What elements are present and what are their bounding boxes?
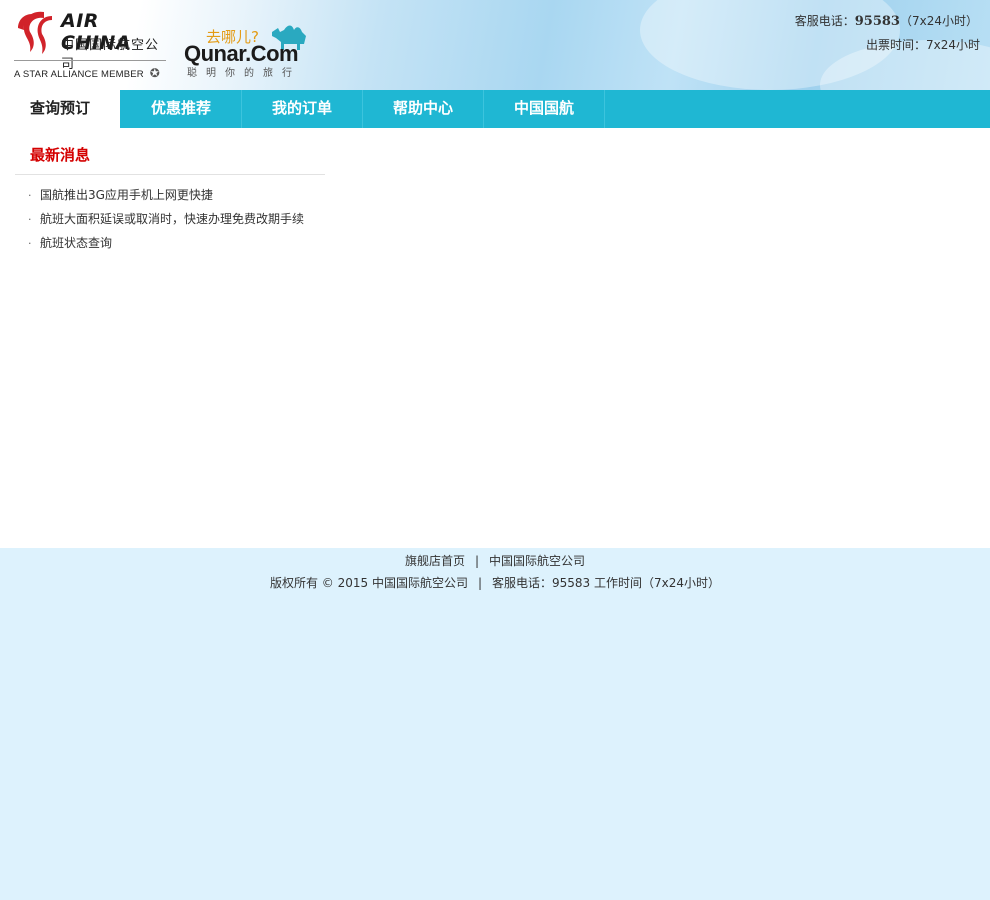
bullet-icon: · [28,237,32,250]
star-alliance-text: A STAR ALLIANCE MEMBER ✪ [14,66,160,80]
news-item[interactable]: · 航班大面积延误或取消时，快速办理免费改期手续 [28,210,304,234]
footer-copyright: 版权所有 © 2015 中国国际航空公司 | 客服电话：95583 工作时间（7x2… [0,574,990,591]
phoenix-emblem-icon [18,11,52,54]
footer-service-text: 客服电话：95583 工作时间（7x24小时） [492,576,721,590]
footer-copy-separator: | [477,576,483,590]
news-divider [15,174,325,175]
star-alliance-icon: ✪ [149,66,160,80]
tab-my-orders[interactable]: 我的订单 [242,90,362,128]
star-alliance-label: A STAR ALLIANCE MEMBER [14,69,144,80]
site-header: AIR CHINA 中国国际航空公司 A STAR ALLIANCE MEMBE… [0,0,990,90]
bullet-icon: · [28,213,32,226]
phone-hours: （7x24小时） [899,14,978,28]
qunar-logo[interactable]: 去哪儿? Qunar.Com 聪明你的旅行 [184,22,314,79]
news-title: 最新消息 [30,146,91,164]
ticket-time: 出票时间：7x24小时 [865,38,980,52]
news-item[interactable]: · 国航推出3G应用手机上网更快捷 [28,186,304,210]
nav-divider [604,90,605,128]
phone-label: 客服电话： [794,14,855,28]
news-item-text[interactable]: 国航推出3G应用手机上网更快捷 [40,188,213,202]
news-item[interactable]: · 航班状态查询 [28,234,304,258]
service-phone: 客服电话：95583（7x24小时） [795,12,978,29]
copyright-text: 版权所有 © 2015 中国国际航空公司 [269,576,468,590]
bullet-icon: · [28,189,32,202]
news-item-text[interactable]: 航班状态查询 [40,236,112,250]
footer-links: 旗舰店首页 | 中国国际航空公司 [0,552,990,569]
footer-link-flagship-home[interactable]: 旗舰店首页 [405,554,465,568]
tab-search-booking[interactable]: 查询预订 [0,90,120,128]
site-footer: 旗舰店首页 | 中国国际航空公司 版权所有 © 2015 中国国际航空公司 | 客服电话… [0,548,990,900]
main-nav: 查询预订 优惠推荐 我的订单 帮助中心 中国国航 [0,90,990,128]
tab-promotions[interactable]: 优惠推荐 [121,90,241,128]
news-item-text[interactable]: 航班大面积延误或取消时，快速办理免费改期手续 [40,212,304,226]
footer-link-separator: | [474,554,480,568]
logo-divider [14,60,166,61]
phone-number: 95583 [854,14,900,29]
footer-link-air-china[interactable]: 中国国际航空公司 [489,554,585,568]
news-list: · 国航推出3G应用手机上网更快捷 · 航班大面积延误或取消时，快速办理免费改期手续… [28,186,304,258]
qunar-tagline: 聪明你的旅行 [187,68,301,79]
main-content: 最新消息 · 国航推出3G应用手机上网更快捷 · 航班大面积延误或取消时，快速办理免… [0,128,990,548]
tab-air-china[interactable]: 中国国航 [484,90,604,128]
tab-help-center[interactable]: 帮助中心 [363,90,483,128]
air-china-logo[interactable]: AIR CHINA 中国国际航空公司 A STAR ALLIANCE MEMBE… [14,8,169,82]
